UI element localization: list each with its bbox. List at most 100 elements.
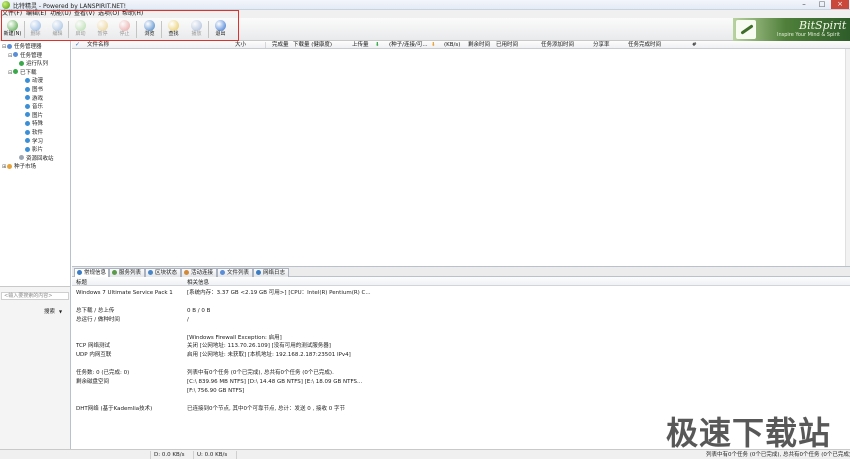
info-value: [C:\ 839.96 MB NTFS] [D:\ 14.48 GB NTFS]… — [187, 379, 363, 385]
tree-item[interactable]: ⊟ 任务管理器 — [2, 43, 42, 51]
start-button[interactable]: 启动 — [70, 19, 91, 40]
col-completed[interactable]: 完成量 — [272, 41, 289, 49]
tree-item[interactable]: 图书 — [20, 86, 43, 94]
chevron-down-icon: ▼ — [59, 309, 63, 314]
tree-item[interactable]: 游戏 — [20, 95, 43, 103]
tree-item-label: 资源回收站 — [26, 155, 54, 162]
edit-button[interactable]: 编辑 — [47, 19, 68, 40]
tree-item[interactable]: ⊟ 已下载 — [8, 69, 37, 77]
info-col-title[interactable]: 标题 — [76, 278, 87, 286]
toolbar-separator — [68, 21, 69, 38]
torrent-market-icon — [7, 163, 12, 169]
tree-item[interactable]: 图片 — [20, 112, 43, 120]
col-finished-time[interactable]: 任务完成时间 — [628, 41, 661, 49]
col-number[interactable]: # — [692, 41, 697, 49]
tab-servers[interactable]: 服务列表 — [109, 268, 145, 277]
find-button[interactable]: 查找 — [163, 19, 184, 40]
tree-item[interactable]: 软件 — [20, 129, 43, 137]
col-downloaded[interactable]: 下载量 (健康度) — [293, 41, 332, 49]
tab-connections[interactable]: 活动连接 — [181, 268, 217, 277]
info-value: 启用 [公网地址: 未获取] [本机地址: 192.168.2.187:2350… — [187, 352, 351, 359]
block-status-icon — [148, 269, 153, 275]
tree-item-label: 软件 — [32, 130, 44, 136]
delete-button[interactable]: 删除 — [25, 19, 46, 40]
col-seeds[interactable]: (种子/连接/可... — [389, 41, 428, 49]
status-divider — [193, 451, 194, 459]
tree-item-label: 学习 — [32, 138, 44, 145]
col-speed[interactable]: (KB/s) — [444, 41, 460, 49]
download-arrow-icon: ⬇ — [375, 42, 380, 48]
table-scrollbar[interactable] — [845, 49, 850, 266]
tab-network-log[interactable]: 网络日志 — [253, 268, 289, 277]
tree-item-label: 图片 — [32, 112, 44, 119]
browse-icon — [144, 20, 155, 31]
watermark: 极速下载站 — [666, 414, 832, 452]
close-button[interactable]: × — [831, 0, 849, 9]
tree-item-label: 游戏 — [32, 95, 44, 102]
browse-button[interactable]: 浏览 — [139, 19, 160, 40]
new-task-button[interactable]: 新建(N) — [2, 19, 23, 40]
status-divider — [150, 451, 151, 459]
server-list-icon — [112, 269, 117, 275]
window-title: 比特精灵 - Powered by LANSPIRIT.NET! — [13, 3, 127, 10]
col-added-time[interactable]: 任务添加时间 — [541, 41, 574, 49]
menu-help[interactable]: 帮助(H) — [122, 10, 143, 18]
tree-item[interactable]: 特殊 — [20, 120, 43, 128]
category-icon — [25, 112, 30, 118]
tree-item[interactable]: ⊟ 任务管理 — [8, 52, 42, 60]
play-button[interactable]: 播放 — [186, 19, 207, 40]
tree-item[interactable]: 动漫 — [20, 77, 43, 85]
title-bar: 比特精灵 - Powered by LANSPIRIT.NET! – □ × — [0, 0, 850, 10]
delete-icon — [30, 20, 41, 31]
tree-item[interactable]: 学习 — [20, 138, 43, 146]
tree-item[interactable]: 运行队列 — [14, 60, 48, 68]
minimize-button[interactable]: – — [795, 0, 813, 9]
task-folder-icon — [13, 52, 18, 58]
category-icon — [25, 103, 30, 109]
menu-options[interactable]: 选项(O) — [98, 10, 119, 18]
menu-view[interactable]: 查看(V) — [74, 10, 95, 18]
tab-blocks[interactable]: 区块状态 — [145, 268, 181, 277]
tree-item[interactable]: 影片 — [20, 146, 43, 154]
search-button[interactable]: 搜索 ▼ — [44, 307, 62, 315]
tree-item-label: 特殊 — [32, 121, 44, 128]
col-remaining[interactable]: 剩余时间 — [468, 41, 490, 49]
col-share-ratio[interactable]: 分享率 — [593, 41, 610, 49]
category-icon — [25, 120, 30, 126]
stop-icon — [119, 20, 130, 31]
tree-item-label: 任务管理 — [20, 52, 43, 59]
info-tab-icon — [77, 269, 82, 275]
search-input[interactable]: <输入要搜索的内容> — [1, 292, 69, 300]
col-elapsed[interactable]: 已用时间 — [496, 41, 518, 49]
tab-general[interactable]: 常规信息 — [74, 268, 109, 277]
tree-item[interactable]: ⊞ 种子市场 — [2, 163, 36, 171]
info-col-detail[interactable]: 相关信息 — [187, 278, 209, 286]
downloaded-icon — [13, 69, 18, 75]
col-uploaded[interactable]: 上传量 — [352, 41, 369, 49]
file-list-icon — [220, 269, 225, 275]
pause-button[interactable]: 暂停 — [92, 19, 113, 40]
category-icon — [25, 77, 30, 83]
stop-button[interactable]: 停止 — [114, 19, 135, 40]
menu-file[interactable]: 文件(F) — [2, 10, 22, 18]
select-all-check-icon[interactable]: ✓ — [75, 41, 80, 49]
task-table: ✓ 文件名称 大小 完成量 下载量 (健康度) 上传量 ⬇ (种子/连接/可..… — [72, 41, 850, 266]
tree-item-label: 运行队列 — [26, 61, 49, 68]
menu-bar: 文件(F) 编辑(E) 功能(U) 查看(V) 选项(O) 帮助(H) — [0, 10, 850, 18]
app-icon — [2, 1, 10, 9]
brand-slogan: Inspire Your Mind & Spirit — [777, 32, 840, 38]
maximize-button[interactable]: □ — [813, 0, 831, 9]
info-value: 关闭 [公网地址: 113.70.26.109] [没有可用的测试服务器] — [187, 343, 331, 350]
brand-name: BitSpirit — [799, 19, 847, 32]
info-label: TCP 网络测试 — [76, 343, 110, 350]
menu-edit[interactable]: 编辑(E) — [26, 10, 46, 18]
exit-button[interactable]: 退出 — [210, 19, 231, 40]
col-filename[interactable]: 文件名称 — [87, 41, 109, 49]
menu-function[interactable]: 功能(U) — [50, 10, 71, 18]
info-label: 总下载 / 总上传 — [76, 307, 115, 314]
status-divider — [236, 451, 237, 459]
tree-item[interactable]: 音乐 — [20, 103, 43, 111]
col-size[interactable]: 大小 — [235, 41, 246, 49]
tab-files[interactable]: 文件列表 — [217, 268, 253, 277]
tree-item[interactable]: 资源回收站 — [14, 155, 54, 163]
